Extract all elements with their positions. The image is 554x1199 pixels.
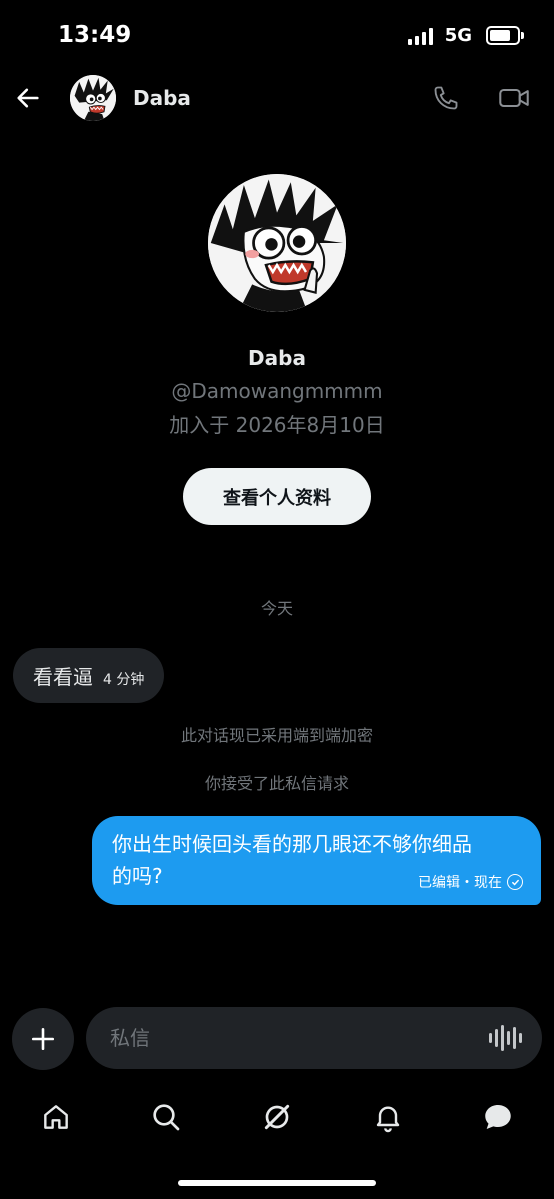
phone-icon bbox=[434, 86, 458, 110]
message-meta: 已编辑・现在 bbox=[418, 872, 523, 892]
incoming-message[interactable]: 看看逼 4 分钟 bbox=[13, 648, 165, 703]
home-indicator bbox=[178, 1180, 376, 1186]
video-camera-icon bbox=[499, 88, 529, 108]
status-indicators: 5G bbox=[407, 25, 524, 46]
sent-check-icon bbox=[507, 874, 523, 890]
battery-icon bbox=[486, 26, 524, 45]
profile-avatar[interactable] bbox=[208, 174, 346, 312]
tab-grok[interactable] bbox=[255, 1095, 299, 1139]
signal-icon bbox=[407, 27, 433, 45]
voice-message-icon[interactable] bbox=[489, 1024, 522, 1052]
request-accepted-notice: 你接受了此私信请求 bbox=[204, 774, 349, 793]
tab-notifications[interactable] bbox=[366, 1095, 410, 1139]
outgoing-message[interactable]: 你出生时候回头看的那几眼还不够你细品 的吗? 已编辑・现在 bbox=[92, 816, 541, 905]
date-divider: 今天 bbox=[260, 599, 293, 618]
avatar-cartoon-icon bbox=[70, 75, 116, 121]
call-button[interactable] bbox=[426, 78, 466, 118]
search-icon bbox=[153, 1104, 180, 1131]
edited-status: 已编辑・现在 bbox=[418, 875, 502, 891]
header-name[interactable]: Daba bbox=[133, 86, 191, 110]
message-text-line-1: 你出生时候回头看的那几眼还不够你细品 bbox=[112, 832, 472, 856]
profile-handle: @Damowangmmmm bbox=[171, 379, 383, 403]
profile-name: Daba bbox=[248, 346, 306, 370]
message-time: 4 分钟 bbox=[103, 671, 145, 688]
video-call-button[interactable] bbox=[494, 78, 534, 118]
message-text: 看看逼 bbox=[33, 665, 93, 689]
arrow-left-icon bbox=[17, 88, 39, 108]
header-avatar[interactable] bbox=[70, 75, 116, 121]
add-media-button[interactable] bbox=[12, 1008, 74, 1070]
home-icon bbox=[44, 1105, 68, 1129]
encryption-notice: 此对话现已采用端到端加密 bbox=[180, 726, 373, 745]
profile-joined-date: 加入于 2026年8月10日 bbox=[169, 413, 385, 437]
tab-search[interactable] bbox=[144, 1095, 188, 1139]
avatar-cartoon-icon bbox=[208, 174, 346, 312]
tab-messages[interactable] bbox=[476, 1095, 520, 1139]
grok-icon bbox=[264, 1104, 290, 1130]
message-composer[interactable] bbox=[86, 1007, 542, 1069]
message-input[interactable] bbox=[108, 1025, 472, 1051]
tab-home[interactable] bbox=[34, 1095, 78, 1139]
network-label: 5G bbox=[444, 25, 472, 46]
bell-icon bbox=[376, 1106, 400, 1133]
messages-icon bbox=[485, 1104, 511, 1130]
back-button[interactable] bbox=[8, 78, 48, 118]
status-time: 13:49 bbox=[58, 22, 132, 48]
view-profile-button[interactable]: 查看个人资料 bbox=[183, 468, 371, 525]
plus-icon bbox=[31, 1027, 55, 1051]
